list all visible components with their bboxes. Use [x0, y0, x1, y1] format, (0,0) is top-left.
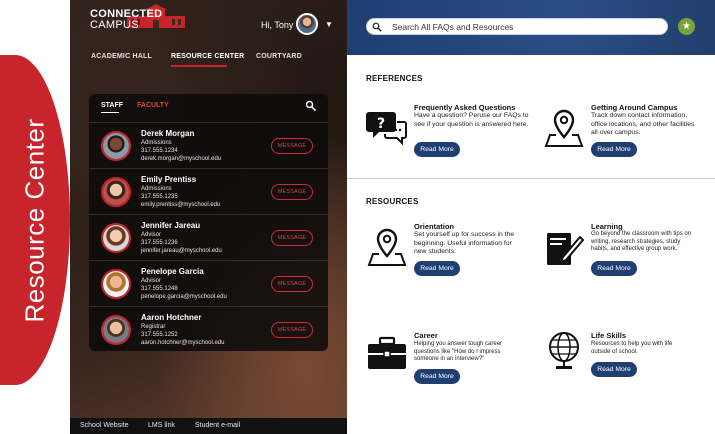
- app-footer: School Website LMS link Student e-mail: [70, 418, 347, 434]
- contact-row: Emily Prentiss Admissions 317.555.1235 e…: [89, 168, 328, 214]
- map-pin-icon: [544, 109, 584, 147]
- directory-tabs: STAFF FACULTY: [89, 94, 328, 116]
- read-more-button[interactable]: Read More: [414, 142, 460, 157]
- directory-card: STAFF FACULTY Derek Morgan Admissions 31…: [89, 94, 328, 351]
- nav-resource-center[interactable]: RESOURCE CENTER: [171, 53, 244, 60]
- read-more-button[interactable]: Read More: [591, 142, 637, 157]
- avatar: [101, 315, 131, 345]
- message-button[interactable]: MESSAGE: [271, 322, 313, 338]
- nav-courtyard[interactable]: COURTYARD: [256, 53, 302, 60]
- contact-dept: Advisor: [141, 278, 162, 284]
- active-tab-indicator: [101, 112, 119, 113]
- side-tab: Resource Center: [0, 55, 70, 385]
- resources-heading: RESOURCES: [366, 197, 419, 206]
- item-title: Career: [414, 331, 438, 340]
- app-header: CONNECTED CAMPUS Hi, Tony ▼: [70, 0, 347, 48]
- item-description: Go beyond the classroom with tips on wri…: [591, 231, 692, 253]
- contact-phone: 317.555.1235: [141, 194, 178, 200]
- section-divider: [347, 178, 715, 179]
- contact-phone: 317.555.1252: [141, 332, 178, 338]
- contact-phone: 317.555.1248: [141, 286, 178, 292]
- item-title: Life Skills: [591, 331, 627, 340]
- user-greeting: Hi, Tony: [261, 20, 294, 30]
- contact-email: penelope.garcia@myschool.edu: [141, 294, 227, 300]
- avatar: [101, 223, 131, 253]
- mobile-app-panel: CONNECTED CAMPUS Hi, Tony ▼ ACADEMIC HAL…: [70, 0, 347, 434]
- read-more-button[interactable]: Read More: [414, 369, 460, 384]
- tab-staff[interactable]: STAFF: [101, 102, 123, 109]
- avatar: [101, 131, 131, 161]
- screen: Resource Center CONNECTED CAMPUS Hi, Ton…: [0, 0, 715, 434]
- contact-row: Aaron Hotchner Registrar 317.555.1252 aa…: [89, 306, 328, 352]
- item-title: Getting Around Campus: [591, 103, 678, 112]
- contact-row: Jennifer Jareau Advisor 317.555.1236 jen…: [89, 214, 328, 260]
- item-title: Learning: [591, 222, 623, 231]
- contact-name: Derek Morgan: [141, 129, 195, 138]
- avatar: [101, 177, 131, 207]
- contact-name: Emily Prentiss: [141, 175, 197, 184]
- read-more-button[interactable]: Read More: [414, 261, 460, 276]
- read-more-button[interactable]: Read More: [591, 261, 637, 276]
- contact-email: aaron.hotchner@myschool.edu: [141, 340, 225, 346]
- user-avatar[interactable]: [296, 13, 318, 35]
- search-placeholder: Search All FAQs and Resources: [392, 22, 514, 32]
- footer-link-lms[interactable]: LMS link: [148, 422, 175, 429]
- contact-dept: Admissions: [141, 140, 172, 146]
- contact-dept: Admissions: [141, 186, 172, 192]
- item-description: Track down contact information, office l…: [591, 112, 695, 137]
- item-description: Resources to help you with life outside …: [591, 341, 673, 355]
- read-more-button[interactable]: Read More: [591, 362, 637, 377]
- search-icon: [372, 22, 382, 32]
- notebook-pen-icon: [547, 233, 584, 265]
- main-nav: ACADEMIC HALL RESOURCE CENTER COURTYARD: [70, 48, 347, 70]
- star-icon[interactable]: ★: [678, 18, 695, 35]
- contact-name: Penelope Garcia: [141, 267, 204, 276]
- contact-name: Jennifer Jareau: [141, 221, 201, 230]
- message-button[interactable]: MESSAGE: [271, 184, 313, 200]
- resource-header: Search All FAQs and Resources ★: [347, 0, 715, 55]
- message-button[interactable]: MESSAGE: [271, 230, 313, 246]
- tab-faculty[interactable]: FACULTY: [137, 102, 169, 109]
- chat-question-icon: ?: [366, 112, 407, 146]
- resource-panel: Search All FAQs and Resources ★ REFERENC…: [347, 0, 715, 434]
- contact-phone: 317.555.1236: [141, 240, 178, 246]
- contact-dept: Registrar: [141, 324, 166, 330]
- footer-link-student-email[interactable]: Student e-mail: [195, 422, 240, 429]
- briefcase-icon: [368, 336, 406, 369]
- item-title: Orientation: [414, 222, 455, 231]
- item-description: Helping you answer tough career question…: [414, 341, 503, 363]
- contact-row: Derek Morgan Admissions 317.555.1234 der…: [89, 122, 328, 168]
- contact-name: Aaron Hotchner: [141, 313, 202, 322]
- item-title: Frequently Asked Questions: [414, 103, 516, 112]
- avatar: [101, 269, 131, 299]
- contact-phone: 317.555.1234: [141, 148, 178, 154]
- contact-email: derek.morgan@myschool.edu: [141, 156, 222, 162]
- side-tab-label: Resource Center: [19, 117, 50, 323]
- contact-dept: Advisor: [141, 232, 162, 238]
- chevron-down-icon[interactable]: ▼: [325, 20, 333, 29]
- message-button[interactable]: MESSAGE: [271, 138, 313, 154]
- svg-text:?: ?: [377, 116, 385, 132]
- map-pin-icon: [367, 228, 407, 266]
- item-description: Have a question? Peruse our FAQs to see …: [414, 112, 529, 128]
- contact-email: emily.prentiss@myschool.edu: [141, 202, 221, 208]
- active-nav-indicator: [171, 65, 227, 67]
- nav-academic-hall[interactable]: ACADEMIC HALL: [91, 53, 152, 60]
- references-heading: REFERENCES: [366, 74, 423, 83]
- contact-email: jennifer.jareau@myschool.edu: [141, 248, 222, 254]
- contact-row: Penelope Garcia Advisor 317.555.1248 pen…: [89, 260, 328, 306]
- logo-line2: CAMPUS: [90, 19, 139, 31]
- search-input[interactable]: Search All FAQs and Resources: [366, 18, 668, 35]
- search-icon[interactable]: [305, 100, 317, 112]
- message-button[interactable]: MESSAGE: [271, 276, 313, 292]
- footer-link-school-website[interactable]: School Website: [80, 422, 129, 429]
- item-description: Set yourself up for success in the begin…: [414, 231, 515, 256]
- globe-icon: [549, 332, 579, 369]
- app-logo[interactable]: CONNECTED CAMPUS: [90, 9, 162, 31]
